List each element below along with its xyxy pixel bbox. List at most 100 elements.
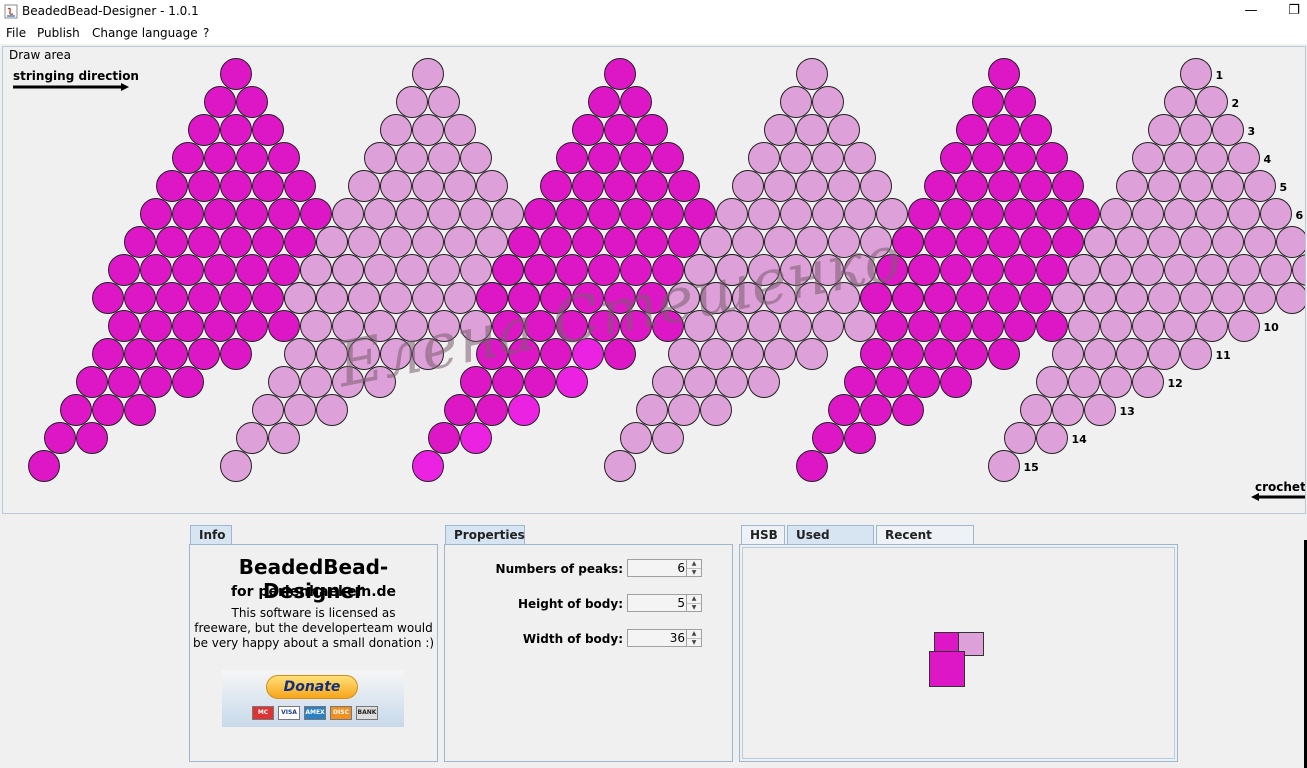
bead[interactable] [844,422,876,454]
bead[interactable] [444,394,476,426]
bead[interactable] [1196,142,1228,174]
minimize-button[interactable]: — [1240,1,1262,21]
bead[interactable] [972,254,1004,286]
bead[interactable] [652,142,684,174]
bead[interactable] [508,226,540,258]
bead[interactable] [204,142,236,174]
bead[interactable] [620,142,652,174]
bead[interactable] [1164,310,1196,342]
bead[interactable] [1052,338,1084,370]
bead[interactable] [1148,226,1180,258]
bead[interactable] [1004,422,1036,454]
bead[interactable] [460,142,492,174]
bead[interactable] [684,366,716,398]
bead[interactable] [668,226,700,258]
bead[interactable] [1020,394,1052,426]
bead[interactable] [556,142,588,174]
bead[interactable] [652,366,684,398]
tab-properties[interactable]: Properties [445,525,525,545]
bead[interactable] [76,422,108,454]
bead[interactable] [620,422,652,454]
bead[interactable] [844,310,876,342]
bead[interactable] [188,170,220,202]
bead[interactable] [124,394,156,426]
bead[interactable] [604,170,636,202]
bead[interactable] [204,198,236,230]
bead[interactable] [1020,282,1052,314]
bead[interactable] [1116,338,1148,370]
bead[interactable] [764,114,796,146]
bead[interactable] [316,226,348,258]
peaks-down-arrow-icon[interactable]: ▼ [687,568,701,577]
bead[interactable] [220,226,252,258]
bead[interactable] [828,394,860,426]
bead[interactable] [908,198,940,230]
bead[interactable] [812,142,844,174]
bead[interactable] [1164,198,1196,230]
bead[interactable] [284,394,316,426]
bead[interactable] [220,58,252,90]
bead[interactable] [956,114,988,146]
bead[interactable] [140,310,172,342]
bead[interactable] [316,394,348,426]
bead[interactable] [236,142,268,174]
bead[interactable] [428,142,460,174]
bead[interactable] [156,226,188,258]
bead[interactable] [396,86,428,118]
bead[interactable] [188,282,220,314]
bead[interactable] [412,114,444,146]
menu-publish[interactable]: Publish [37,26,80,40]
bead[interactable] [604,450,636,482]
bead[interactable] [636,170,668,202]
bead[interactable] [540,170,572,202]
menu-help[interactable]: ? [203,26,209,40]
bead[interactable] [1196,310,1228,342]
bead[interactable] [860,394,892,426]
bead[interactable] [1036,366,1068,398]
bead[interactable] [908,366,940,398]
bead[interactable] [988,58,1020,90]
bead[interactable] [220,114,252,146]
bead[interactable] [780,86,812,118]
bead[interactable] [668,394,700,426]
bead[interactable] [348,226,380,258]
bead[interactable] [940,198,972,230]
bead[interactable] [1132,198,1164,230]
bead[interactable] [524,198,556,230]
bead[interactable] [812,422,844,454]
bead[interactable] [332,254,364,286]
bead[interactable] [124,338,156,370]
bead[interactable] [348,282,380,314]
bead[interactable] [796,338,828,370]
bead[interactable] [524,366,556,398]
bead[interactable] [236,86,268,118]
bead[interactable] [1004,198,1036,230]
bead[interactable] [700,394,732,426]
bead[interactable] [764,338,796,370]
bead[interactable] [460,198,492,230]
bead[interactable] [236,198,268,230]
bead[interactable] [1132,254,1164,286]
bead[interactable] [636,394,668,426]
bead[interactable] [316,282,348,314]
bead[interactable] [1068,310,1100,342]
bead[interactable] [588,142,620,174]
bead[interactable] [1212,282,1244,314]
bead[interactable] [444,170,476,202]
bead[interactable] [332,198,364,230]
bead[interactable] [780,198,812,230]
tab-hsb[interactable]: HSB [741,525,785,545]
bead[interactable] [1276,282,1306,314]
bead[interactable] [796,58,828,90]
bead[interactable] [268,142,300,174]
bead[interactable] [700,338,732,370]
height-up-arrow-icon[interactable]: ▲ [687,595,701,603]
bead[interactable] [1052,394,1084,426]
bead[interactable] [348,170,380,202]
bead[interactable] [652,198,684,230]
bead-pattern-canvas[interactable]: Елена Стешенко 123456789101112131415 str… [3,47,1305,513]
bead[interactable] [1148,114,1180,146]
bead[interactable] [588,198,620,230]
bead[interactable] [1276,226,1306,258]
bead[interactable] [396,254,428,286]
